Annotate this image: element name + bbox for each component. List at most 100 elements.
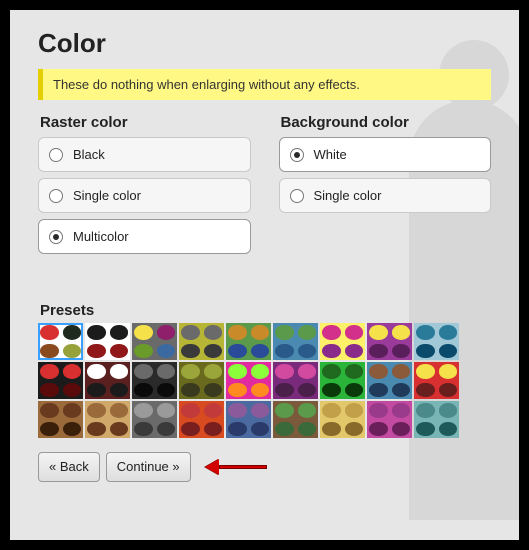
- radio-icon: [290, 148, 304, 162]
- preset-dot: [251, 325, 270, 340]
- preset-swatch[interactable]: [132, 362, 177, 399]
- radio-icon: [49, 189, 63, 203]
- preset-dot: [322, 364, 341, 379]
- radio-icon: [290, 189, 304, 203]
- preset-dot: [345, 383, 364, 398]
- preset-dot: [275, 364, 294, 379]
- preset-dot: [392, 422, 411, 437]
- preset-swatch[interactable]: [226, 401, 271, 438]
- preset-swatch[interactable]: [273, 401, 318, 438]
- preset-dot: [63, 325, 82, 340]
- preset-dot: [63, 403, 82, 418]
- preset-dot: [134, 364, 153, 379]
- preset-dot: [416, 383, 435, 398]
- preset-dot: [157, 344, 176, 359]
- preset-dot: [345, 344, 364, 359]
- preset-dot: [439, 383, 458, 398]
- preset-dot: [251, 364, 270, 379]
- background-option[interactable]: White: [279, 137, 492, 172]
- preset-dot: [439, 364, 458, 379]
- preset-dot: [87, 383, 106, 398]
- preset-dot: [322, 403, 341, 418]
- preset-dot: [439, 325, 458, 340]
- preset-dot: [275, 383, 294, 398]
- preset-swatch[interactable]: [226, 362, 271, 399]
- preset-swatch[interactable]: [367, 323, 412, 360]
- preset-swatch[interactable]: [38, 323, 83, 360]
- preset-swatch[interactable]: [320, 323, 365, 360]
- preset-dot: [298, 364, 317, 379]
- preset-dot: [369, 325, 388, 340]
- preset-dot: [204, 383, 223, 398]
- preset-dot: [110, 364, 129, 379]
- preset-dot: [134, 383, 153, 398]
- preset-swatch[interactable]: [367, 401, 412, 438]
- preset-dot: [228, 364, 247, 379]
- preset-swatch[interactable]: [320, 362, 365, 399]
- preset-dot: [439, 422, 458, 437]
- back-button[interactable]: « Back: [38, 452, 100, 482]
- preset-dot: [369, 364, 388, 379]
- preset-dot: [134, 325, 153, 340]
- preset-dot: [251, 344, 270, 359]
- preset-dot: [204, 403, 223, 418]
- raster-color-section: Raster color Black Single color Multicolor: [38, 114, 251, 260]
- annotation-arrow: [205, 459, 267, 475]
- preset-dot: [63, 364, 82, 379]
- preset-swatch[interactable]: [226, 323, 271, 360]
- preset-dot: [157, 364, 176, 379]
- preset-swatch[interactable]: [85, 323, 130, 360]
- preset-dot: [275, 403, 294, 418]
- continue-button[interactable]: Continue »: [106, 452, 191, 482]
- preset-swatch[interactable]: [320, 401, 365, 438]
- radio-icon: [49, 148, 63, 162]
- preset-dot: [251, 422, 270, 437]
- preset-swatch[interactable]: [38, 362, 83, 399]
- preset-dot: [110, 383, 129, 398]
- presets-title: Presets: [40, 302, 491, 319]
- raster-color-title: Raster color: [40, 114, 251, 131]
- preset-dot: [134, 344, 153, 359]
- preset-dot: [181, 344, 200, 359]
- raster-option[interactable]: Single color: [38, 178, 251, 213]
- background-option[interactable]: Single color: [279, 178, 492, 213]
- preset-swatch[interactable]: [179, 401, 224, 438]
- preset-swatch[interactable]: [132, 401, 177, 438]
- raster-option[interactable]: Multicolor: [38, 219, 251, 254]
- preset-dot: [110, 422, 129, 437]
- preset-swatch[interactable]: [273, 323, 318, 360]
- preset-dot: [87, 364, 106, 379]
- preset-swatch[interactable]: [273, 362, 318, 399]
- preset-dot: [275, 422, 294, 437]
- notice-banner: These do nothing when enlarging without …: [38, 69, 491, 100]
- preset-swatch[interactable]: [367, 362, 412, 399]
- preset-dot: [204, 325, 223, 340]
- preset-dot: [228, 403, 247, 418]
- preset-dot: [228, 383, 247, 398]
- preset-dot: [298, 344, 317, 359]
- raster-option[interactable]: Black: [38, 137, 251, 172]
- preset-dot: [392, 383, 411, 398]
- preset-dot: [87, 403, 106, 418]
- preset-dot: [40, 383, 59, 398]
- preset-swatch[interactable]: [179, 362, 224, 399]
- preset-dot: [157, 383, 176, 398]
- preset-swatch[interactable]: [414, 401, 459, 438]
- radio-icon: [49, 230, 63, 244]
- preset-dot: [251, 403, 270, 418]
- preset-swatch[interactable]: [38, 401, 83, 438]
- preset-dot: [298, 325, 317, 340]
- preset-swatch[interactable]: [414, 362, 459, 399]
- preset-dot: [345, 364, 364, 379]
- preset-swatch[interactable]: [414, 323, 459, 360]
- preset-swatch[interactable]: [132, 323, 177, 360]
- preset-dot: [204, 344, 223, 359]
- preset-dot: [416, 364, 435, 379]
- preset-dot: [228, 344, 247, 359]
- background-color-section: Background color WhiteSingle color: [279, 114, 492, 260]
- preset-swatch[interactable]: [85, 401, 130, 438]
- preset-swatch[interactable]: [179, 323, 224, 360]
- preset-dot: [345, 422, 364, 437]
- preset-swatch[interactable]: [85, 362, 130, 399]
- preset-dot: [87, 325, 106, 340]
